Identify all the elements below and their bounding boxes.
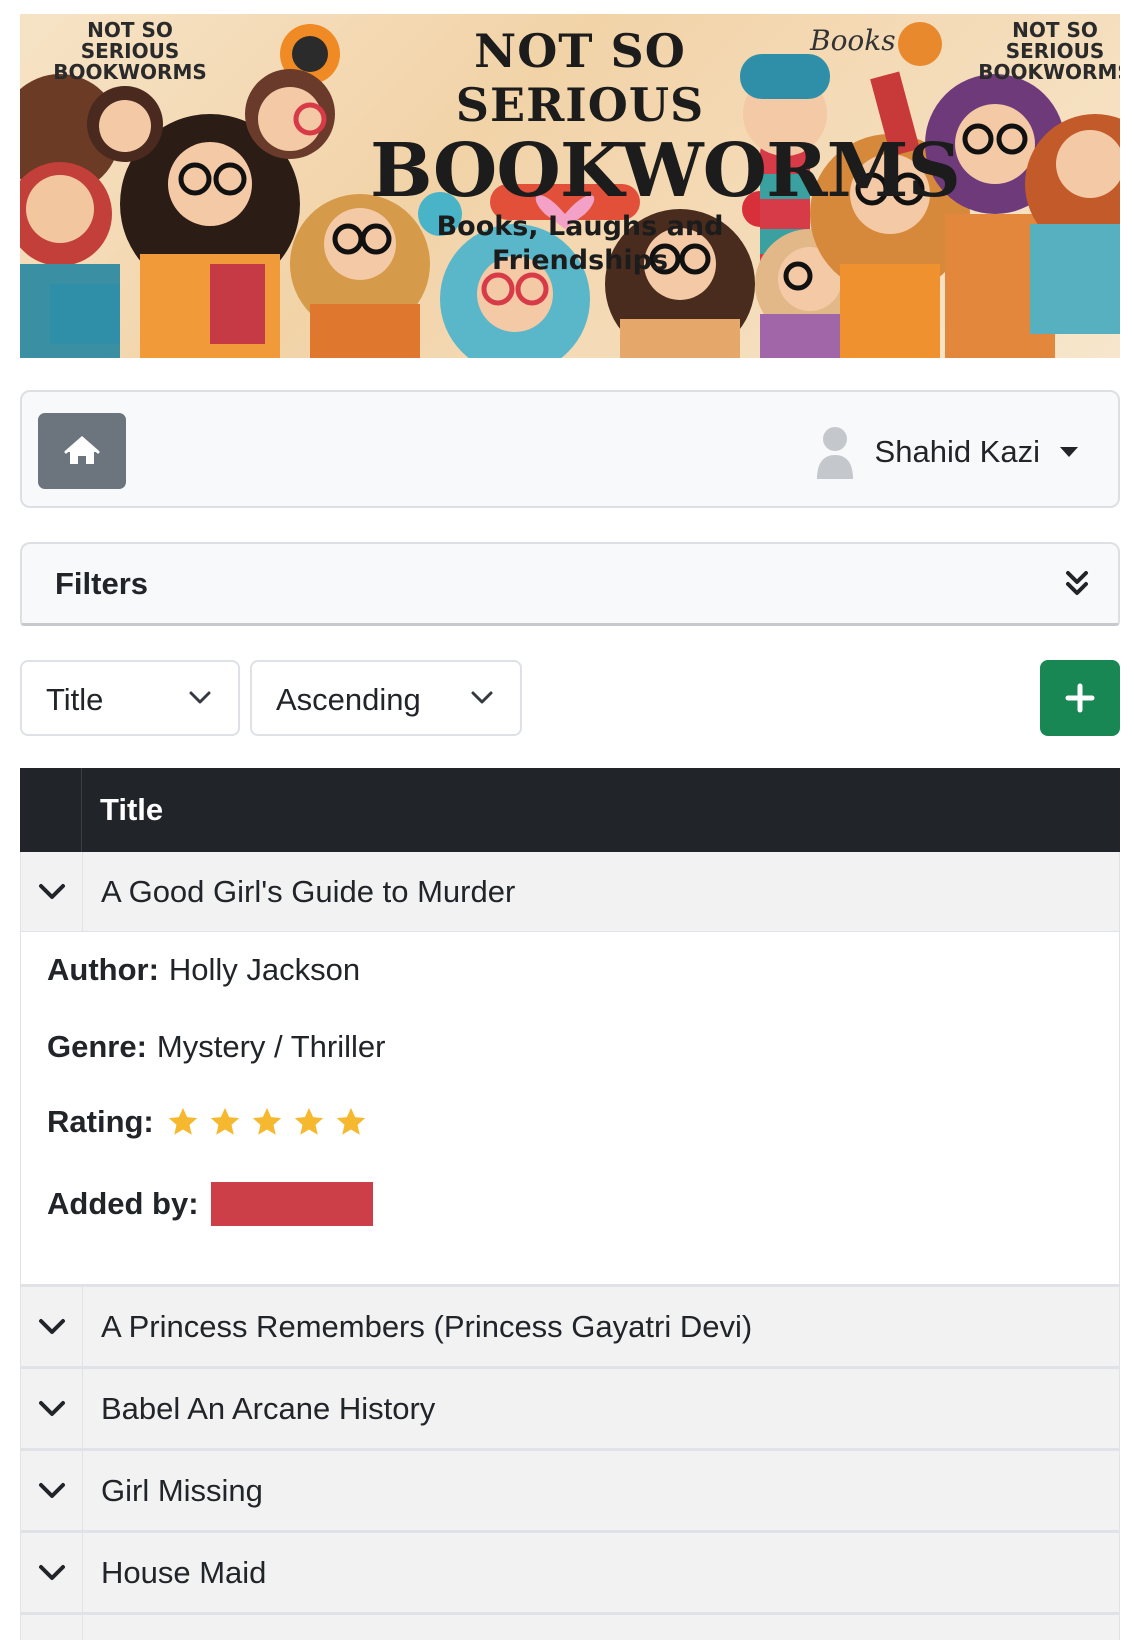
banner-title: NOT SO SERIOUS BOOKWORMS Books, Laughs a… xyxy=(370,24,961,278)
author-label: Author: xyxy=(47,952,159,987)
double-chevron-down-icon xyxy=(1066,571,1088,595)
plus-icon xyxy=(1065,683,1095,713)
added-by-line: Added by: xyxy=(47,1182,373,1226)
row-expand-toggle[interactable] xyxy=(21,1369,83,1448)
corner-line: SERIOUS xyxy=(80,39,180,63)
chevron-down-icon xyxy=(38,883,65,899)
corner-line: NOT SO xyxy=(1012,18,1098,42)
chevron-down-icon xyxy=(471,691,493,704)
star-icon xyxy=(294,1107,323,1135)
corner-line: SERIOUS xyxy=(1005,39,1105,63)
home-icon xyxy=(64,436,100,464)
book-title-cell[interactable]: Girl Missing xyxy=(101,1473,263,1509)
chevron-down-icon xyxy=(38,1400,65,1416)
row-expand-toggle[interactable] xyxy=(21,1451,83,1530)
chevron-down-icon xyxy=(38,1318,65,1334)
rating-line: Rating: xyxy=(47,1104,368,1140)
user-name: Shahid Kazi xyxy=(874,434,1040,469)
books-table: Title A Good Girl's Guide to Murder Auth… xyxy=(20,768,1120,1640)
home-button[interactable] xyxy=(38,413,126,489)
user-silhouette-icon xyxy=(816,427,853,479)
redacted-username xyxy=(210,1182,373,1226)
banner-books-word: Books xyxy=(810,24,896,57)
sort-order-select[interactable]: Ascending xyxy=(250,660,522,736)
filters-label: Filters xyxy=(55,566,149,601)
rating-label: Rating: xyxy=(47,1104,154,1139)
book-title-cell[interactable]: A Princess Remembers (Princess Gayatri D… xyxy=(101,1309,752,1345)
corner-line: BOOKWORMS xyxy=(53,60,207,84)
corner-line: NOT SO xyxy=(87,18,173,42)
genre-line: Genre: Mystery / Thriller xyxy=(47,1029,385,1065)
chevron-down-icon xyxy=(38,1564,65,1580)
rating-stars xyxy=(166,1105,368,1139)
add-book-button[interactable] xyxy=(1040,660,1120,736)
user-menu-dropdown[interactable]: Shahid Kazi xyxy=(815,422,1078,482)
row-expand-toggle[interactable] xyxy=(21,852,83,931)
star-icon xyxy=(336,1107,365,1135)
genre-value: Mystery / Thriller xyxy=(156,1029,386,1064)
table-row[interactable]: Girl Missing xyxy=(20,1451,1120,1533)
column-header-title: Title xyxy=(100,792,164,827)
sort-order-value: Ascending xyxy=(276,682,421,717)
chevron-down-icon xyxy=(38,1482,65,1498)
book-details-panel: Author: Holly Jackson Genre: Mystery / T… xyxy=(20,932,1120,1287)
banner-corner-logo-right: NOT SO SERIOUS BOOKWORMS xyxy=(975,20,1120,83)
corner-line: BOOKWORMS xyxy=(978,60,1120,84)
navbar: Shahid Kazi xyxy=(20,390,1120,508)
star-icon xyxy=(210,1107,239,1135)
sort-field-select[interactable]: Title xyxy=(20,660,240,736)
genre-label: Genre: xyxy=(47,1029,147,1064)
table-row[interactable]: A Good Girl's Guide to Murder xyxy=(20,852,1120,932)
banner-title-line1: NOT SO SERIOUS xyxy=(455,24,705,132)
table-row[interactable]: House Maid xyxy=(20,1533,1120,1615)
banner-image: NOT SO SERIOUS BOOKWORMS NOT SO SERIOUS … xyxy=(20,14,1120,358)
author-value: Holly Jackson xyxy=(168,952,361,987)
row-expand-toggle[interactable] xyxy=(21,1287,83,1366)
added-by-label: Added by: xyxy=(47,1186,199,1221)
sort-field-value: Title xyxy=(46,682,104,717)
banner-title-line2: BOOKWORMS xyxy=(370,128,961,214)
author-line: Author: Holly Jackson xyxy=(47,952,360,988)
star-icon xyxy=(168,1107,197,1135)
book-title-cell[interactable]: Babel An Arcane History xyxy=(101,1391,435,1427)
book-title-cell[interactable]: A Good Girl's Guide to Murder xyxy=(101,874,515,910)
table-row[interactable]: Babel An Arcane History xyxy=(20,1369,1120,1451)
table-header-toggle-column xyxy=(20,768,82,852)
banner-corner-logo-left: NOT SO SERIOUS BOOKWORMS xyxy=(50,20,210,83)
chevron-down-icon xyxy=(189,691,211,704)
banner-tagline: Books, Laughs and Friendships xyxy=(436,211,724,276)
table-header: Title xyxy=(20,768,1120,852)
star-icon xyxy=(252,1107,281,1135)
caret-down-icon xyxy=(1060,447,1078,457)
table-row[interactable]: A Princess Remembers (Princess Gayatri D… xyxy=(20,1287,1120,1369)
table-row-partial[interactable] xyxy=(20,1615,1120,1640)
filters-toggle[interactable]: Filters xyxy=(20,542,1120,626)
book-title-cell[interactable]: House Maid xyxy=(101,1555,266,1591)
row-expand-toggle[interactable] xyxy=(21,1533,83,1612)
row-expand-toggle[interactable] xyxy=(21,1615,83,1640)
